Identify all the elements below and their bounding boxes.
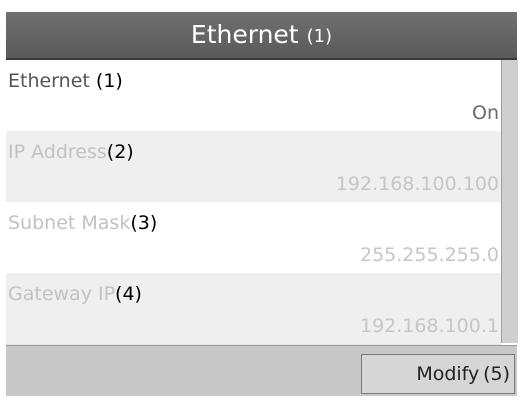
title-bar: Ethernet (1) — [6, 12, 517, 60]
callout-number: (2) — [106, 141, 134, 163]
setting-value: 255.255.255.0 — [359, 244, 499, 266]
callout-number: (3) — [130, 212, 158, 234]
scrollbar[interactable] — [501, 60, 518, 343]
modify-button[interactable]: Modify (5) — [361, 354, 515, 394]
callout-number: (1) — [95, 70, 123, 92]
callout-number: (5) — [483, 363, 510, 385]
setting-label: Ethernet (1) — [8, 70, 123, 92]
title-callout-number: (1) — [306, 26, 333, 47]
setting-label: IP Address(2) — [8, 141, 134, 163]
setting-value: 192.168.100.1 — [359, 315, 499, 337]
callout-number: (4) — [115, 283, 142, 305]
setting-row-gateway-ip[interactable]: Gateway IP(4) 192.168.100.1 — [6, 273, 501, 345]
setting-value: 192.168.100.100 — [335, 173, 499, 195]
settings-list: Ethernet (1) On IP Address(2) 192.168.10… — [6, 60, 501, 345]
setting-label: Gateway IP(4) — [8, 283, 142, 305]
setting-row-ethernet[interactable]: Ethernet (1) On — [6, 60, 501, 132]
ethernet-settings-panel: Ethernet (1) Ethernet (1) On IP Address(… — [6, 12, 518, 396]
setting-value: On — [472, 102, 499, 124]
setting-row-ip-address[interactable]: IP Address(2) 192.168.100.100 — [6, 131, 501, 203]
setting-label: Subnet Mask(3) — [8, 212, 158, 234]
page-title: Ethernet — [190, 20, 299, 49]
setting-row-subnet-mask[interactable]: Subnet Mask(3) 255.255.255.0 — [6, 202, 501, 274]
footer-bar: Modify (5) — [6, 345, 517, 396]
